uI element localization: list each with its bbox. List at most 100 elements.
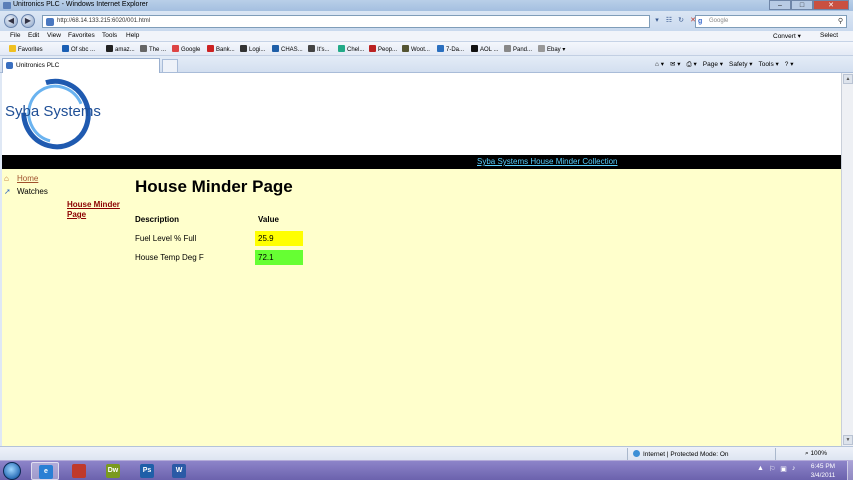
favorite-label: Pand... (513, 47, 533, 53)
network-icon[interactable]: ▣ (780, 465, 787, 473)
word-icon: W (172, 464, 186, 478)
address-tools: ▾ ☷ ↻ ✕ (652, 15, 698, 27)
system-tray: ▲ ⚐ ▣ ♪ (757, 465, 795, 473)
clock-date: 3/4/2011 (810, 472, 836, 479)
favorite-item[interactable]: 7-Da... (437, 45, 464, 53)
help-menu[interactable]: ? ▾ (785, 59, 794, 70)
nav-item-watches[interactable]: ➚ Watches (4, 185, 48, 198)
favorite-label: Chel... (347, 47, 365, 53)
nav-home-link[interactable]: Home (17, 174, 38, 183)
taskbar-firefox[interactable] (65, 462, 93, 480)
minimize-button[interactable]: – (769, 0, 791, 10)
show-hidden-icon[interactable]: ▲ (757, 465, 764, 473)
window-title: Unitronics PLC - Windows Internet Explor… (13, 1, 148, 8)
bookmark-icon (272, 45, 279, 52)
favorite-label: Of sbc ... (71, 47, 96, 53)
scroll-down-icon[interactable]: ▼ (843, 435, 853, 445)
ie-icon: e (39, 465, 53, 479)
menu-favorites[interactable]: Favorites (68, 32, 95, 39)
bookmark-icon (172, 45, 179, 52)
favorite-label: 7-Da... (446, 47, 465, 53)
favorite-item[interactable]: Peop... (369, 45, 397, 53)
back-button[interactable]: ◀ (4, 14, 18, 28)
dreamweaver-icon: Dw (106, 464, 120, 478)
taskbar-dreamweaver[interactable]: Dw (99, 462, 127, 480)
convert-button[interactable]: Convert ▾ (773, 32, 801, 40)
taskbar-word[interactable]: W (165, 462, 193, 480)
address-toolbar: ◀ ▶ http://68.14.133.215:6020/001.html ▾… (0, 11, 853, 31)
window-titlebar: Unitronics PLC - Windows Internet Explor… (0, 0, 853, 11)
favorite-item[interactable]: Of sbc ... (62, 45, 95, 53)
favorite-item[interactable]: Woot... (402, 45, 430, 53)
refresh-icon[interactable]: ↻ (676, 15, 686, 27)
house-temp-label: House Temp Deg F (135, 253, 204, 262)
favorite-item[interactable]: Ebay ▾ (538, 45, 565, 53)
favorite-item[interactable]: Bank... (207, 45, 235, 53)
page-menu[interactable]: Page ▾ (703, 59, 723, 70)
forward-button[interactable]: ▶ (21, 14, 35, 28)
house-minder-page-link[interactable]: House Minder Page (67, 200, 131, 220)
zone-label: Internet | Protected Mode: On (643, 451, 729, 458)
favorite-item[interactable]: Logi... (240, 45, 265, 53)
favorite-label: Google (181, 47, 201, 53)
bookmark-icon (207, 45, 214, 52)
search-placeholder: Google (709, 18, 729, 24)
column-header-description: Description (135, 215, 180, 224)
bookmark-icon (106, 45, 113, 52)
menu-file[interactable]: File (10, 32, 20, 39)
search-input[interactable]: g Google ⚲ (695, 15, 847, 28)
print-command[interactable]: ⎙ ▾ (687, 59, 697, 70)
taskbar-ie[interactable]: e (31, 462, 59, 480)
favorite-label: Logi... (249, 47, 266, 53)
photoshop-icon: Ps (140, 464, 154, 478)
taskbar: e Dw Ps W ▲ ⚐ ▣ ♪ 6:45 PM 3/4/2011 (0, 460, 853, 480)
page-icon (6, 62, 13, 69)
favorite-item[interactable]: CHAS... (272, 45, 303, 53)
select-button[interactable]: Select (820, 32, 838, 39)
pin-icon: ➚ (4, 186, 11, 196)
favorite-item[interactable]: The ... (140, 45, 166, 53)
compat-view-icon[interactable]: ☷ (664, 15, 674, 27)
page-header: Syba Systems (2, 73, 841, 155)
address-input[interactable]: http://68.14.133.215:6020/001.html (42, 15, 650, 28)
favorite-item[interactable]: It's... (308, 45, 329, 53)
home-command[interactable]: ⌂ ▾ (655, 59, 664, 70)
favorite-item[interactable]: Pand... (504, 45, 532, 53)
scroll-up-icon[interactable]: ▲ (843, 74, 853, 84)
action-center-icon[interactable]: ⚐ (769, 465, 775, 473)
favorite-label: Bank... (216, 47, 235, 53)
search-icon[interactable]: ⚲ (838, 16, 843, 27)
favorites-button[interactable]: Favorites (9, 45, 43, 53)
favorite-item[interactable]: AOL ... (471, 45, 498, 53)
show-desktop-button[interactable] (847, 461, 853, 480)
maximize-button[interactable]: □ (791, 0, 813, 10)
taskbar-photoshop[interactable]: Ps (133, 462, 161, 480)
tab-bar: Unitronics PLC ⌂ ▾ ✉ ▾ ⎙ ▾ Page ▾ Safety… (0, 56, 853, 73)
tab-unitronics[interactable]: Unitronics PLC (2, 58, 160, 73)
favorite-item[interactable]: amaz... (106, 45, 135, 53)
nav-item-home[interactable]: ⌂ Home (4, 172, 48, 185)
safety-menu[interactable]: Safety ▾ (729, 59, 753, 70)
volume-icon[interactable]: ♪ (792, 465, 796, 473)
vertical-scrollbar[interactable]: ▲ ▼ (841, 73, 853, 446)
fuel-level-value: 25.9 (255, 231, 303, 246)
bookmark-icon (471, 45, 478, 52)
ie-icon (3, 2, 11, 9)
tools-menu[interactable]: Tools ▾ (759, 59, 779, 70)
menu-view[interactable]: View (47, 32, 61, 39)
start-button[interactable] (3, 462, 21, 480)
menu-help[interactable]: Help (126, 32, 139, 39)
favorite-item[interactable]: Chel... (338, 45, 364, 53)
collection-link[interactable]: Syba Systems House Minder Collection (477, 157, 618, 166)
menu-tools[interactable]: Tools (102, 32, 117, 39)
clock[interactable]: 6:45 PM 3/4/2011 (803, 462, 843, 480)
zoom-level[interactable]: ⌕ 100% (805, 450, 827, 458)
feeds-command[interactable]: ✉ ▾ (670, 59, 681, 70)
new-tab-button[interactable] (162, 59, 178, 72)
favorite-item[interactable]: Google (172, 45, 200, 53)
close-button[interactable]: ✕ (813, 0, 849, 10)
bookmark-icon (369, 45, 376, 52)
security-zone[interactable]: Internet | Protected Mode: On (633, 450, 729, 458)
address-dropdown-icon[interactable]: ▾ (652, 15, 662, 27)
menu-edit[interactable]: Edit (28, 32, 39, 39)
